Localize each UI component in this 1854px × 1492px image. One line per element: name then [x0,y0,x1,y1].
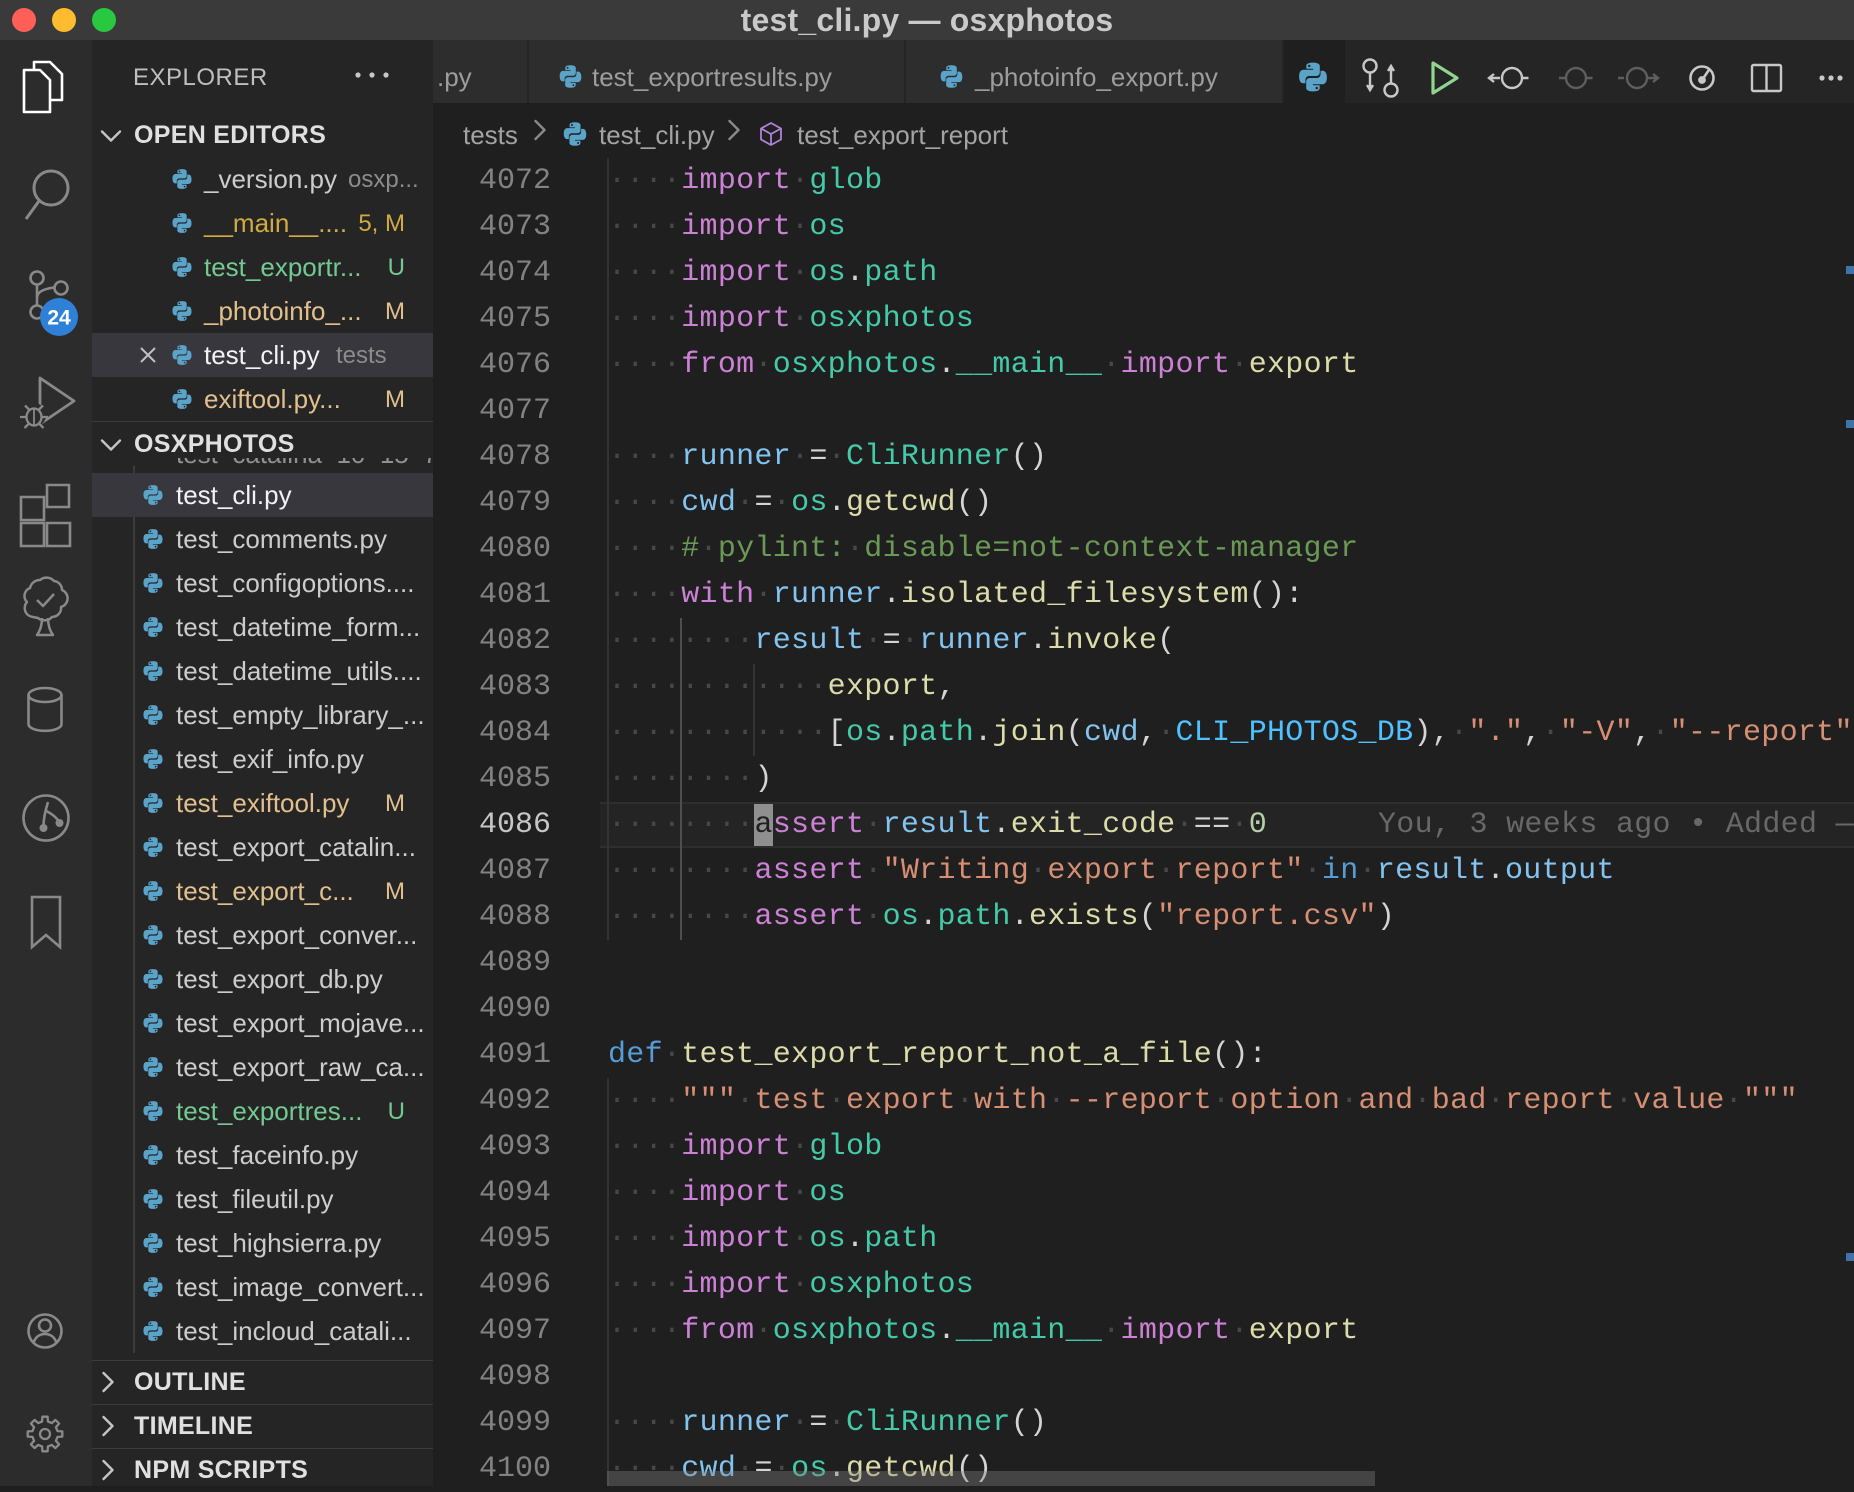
svg-text:24: 24 [47,307,71,330]
